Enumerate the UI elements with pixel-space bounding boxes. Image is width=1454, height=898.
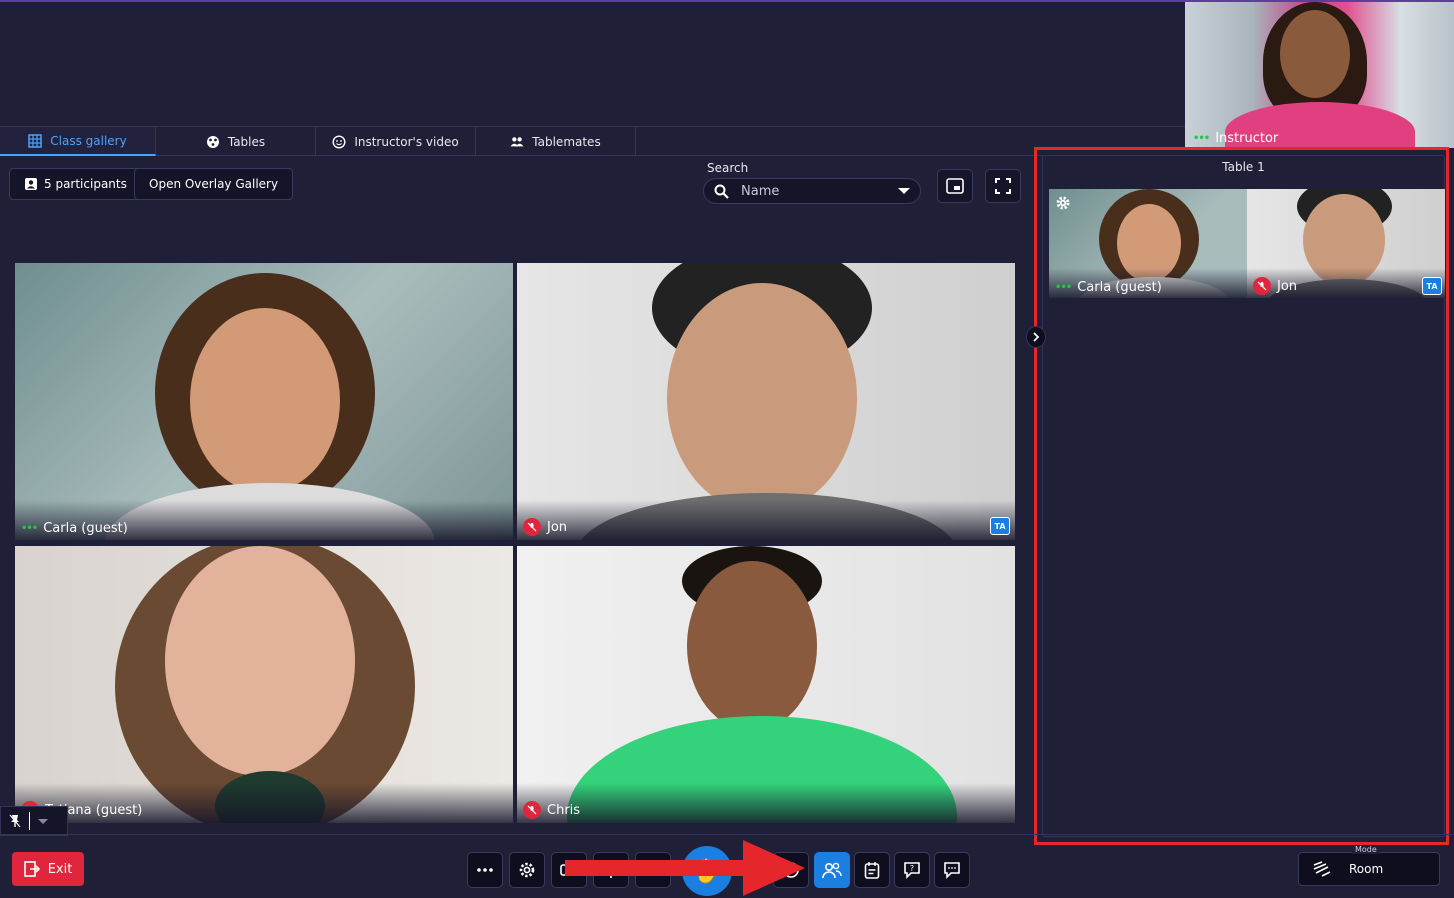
exit-label: Exit (47, 861, 73, 877)
search-icon (714, 184, 729, 199)
more-icon (477, 868, 493, 872)
mode-label: Mode (1352, 845, 1380, 854)
participant-name: Carla (guest) (43, 521, 128, 536)
question-bubble-icon: ? (904, 862, 920, 879)
face-icon (332, 134, 346, 149)
exit-icon (23, 861, 40, 877)
gear-icon (519, 862, 535, 878)
people-icon (822, 862, 842, 879)
notes-icon (864, 862, 880, 879)
audio-dots-icon: ••• (21, 523, 38, 534)
tab-tablemates[interactable]: Tablemates (476, 127, 636, 156)
red-arrow-annotation (565, 840, 805, 896)
chevron-right-icon (1033, 332, 1040, 342)
fullscreen-icon (995, 178, 1011, 194)
tab-label: Tablemates (532, 134, 601, 149)
instructor-video[interactable]: ••• Instructor (1185, 2, 1454, 148)
ta-badge: TA (990, 517, 1010, 535)
participants-panel-button[interactable] (814, 852, 850, 888)
participant-name: Chris (547, 802, 581, 818)
notes-button[interactable] (854, 852, 890, 888)
mode-value: Room (1349, 862, 1384, 876)
bottom-divider (0, 834, 1454, 835)
fullscreen-button[interactable] (985, 169, 1021, 203)
participants-button[interactable]: 5 participants (9, 168, 142, 200)
search-dropdown[interactable]: Name (703, 178, 921, 204)
participant-name: Jon (547, 519, 568, 535)
exit-button[interactable]: Exit (12, 852, 84, 886)
tab-tables[interactable]: Tables (156, 127, 316, 156)
chevron-down-icon (898, 188, 910, 194)
face-shape (165, 546, 355, 776)
mode-selector[interactable]: Room (1298, 852, 1440, 886)
table-icon (206, 135, 219, 148)
chat-button[interactable] (934, 852, 970, 888)
people-icon (510, 136, 524, 146)
search-label: Search (707, 161, 749, 175)
chat-bubble-icon (944, 862, 960, 879)
pin-control[interactable] (0, 806, 68, 836)
instructor-face (1280, 10, 1350, 98)
tab-class-gallery[interactable]: Class gallery (0, 127, 156, 156)
participants-count: 5 participants (44, 177, 127, 191)
participant-label: Chris (523, 801, 580, 819)
tab-label: Class gallery (50, 133, 127, 148)
open-overlay-gallery-button[interactable]: Open Overlay Gallery (134, 168, 294, 200)
video-tile-jon[interactable]: Jon TA (517, 263, 1015, 540)
face-shape (687, 561, 817, 731)
more-options-button[interactable] (467, 852, 503, 888)
highlight-frame (1034, 147, 1449, 845)
face-shape (667, 283, 857, 513)
instructor-label: ••• Instructor (1193, 131, 1278, 146)
contact-card-icon (25, 178, 37, 190)
tab-label: Instructor's video (354, 134, 459, 149)
participant-label: ••• Carla (guest) (21, 521, 128, 536)
view-tabs: Class gallery Tables Instructor's video … (0, 126, 1185, 156)
instructor-name: Instructor (1215, 131, 1279, 146)
picture-in-picture-icon (946, 178, 964, 194)
picture-in-picture-button[interactable] (937, 169, 973, 203)
divider (29, 812, 30, 830)
tab-label: Tables (227, 134, 266, 149)
questions-button[interactable]: ? (894, 852, 930, 888)
settings-button[interactable] (509, 852, 545, 888)
audio-dots-icon: ••• (1193, 133, 1210, 144)
video-tile-chris[interactable]: Chris (517, 546, 1015, 823)
svg-text:?: ? (910, 864, 914, 873)
grid-icon (28, 133, 43, 148)
video-tile-tatiana[interactable]: Tatiana (guest) (15, 546, 513, 823)
tab-instructors-video[interactable]: Instructor's video (316, 127, 476, 156)
search-placeholder: Name (741, 183, 780, 199)
mic-off-icon (523, 518, 541, 536)
chevron-down-icon[interactable] (38, 818, 48, 824)
participant-label: Jon (523, 518, 567, 536)
overlay-label: Open Overlay Gallery (149, 177, 279, 191)
mode-icon (1313, 861, 1331, 877)
face-shape (190, 308, 340, 493)
collapse-panel-button[interactable] (1026, 326, 1046, 348)
unpin-icon (9, 814, 21, 828)
video-tile-carla[interactable]: ••• Carla (guest) (15, 263, 513, 540)
mic-off-icon (523, 801, 541, 819)
